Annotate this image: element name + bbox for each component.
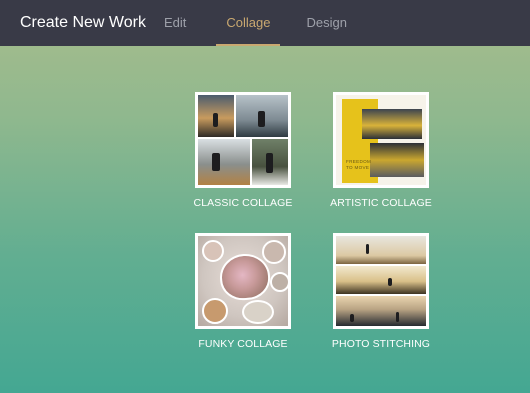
- classic-collage-label[interactable]: CLASSIC COLLAGE: [175, 197, 311, 209]
- collage-photo: [198, 139, 250, 185]
- photo-stitching-thumbnail[interactable]: [333, 233, 429, 329]
- collage-photo: [242, 300, 274, 324]
- collage-photo: [370, 143, 424, 177]
- classic-collage-thumbnail[interactable]: [195, 92, 291, 188]
- photo-stitching-label[interactable]: PHOTO STITCHING: [313, 338, 449, 350]
- collage-photo: [252, 139, 288, 185]
- collage-photo: [202, 240, 224, 262]
- stitched-photo: [336, 266, 426, 294]
- stitched-photo: [336, 296, 426, 326]
- collage-photo: [262, 240, 286, 264]
- artistic-collage-label[interactable]: ARTISTIC COLLAGE: [313, 197, 449, 209]
- photo-stitching-card[interactable]: PHOTO STITCHING: [332, 233, 430, 350]
- collage-photo: [202, 298, 228, 324]
- tab-design[interactable]: Design: [296, 0, 356, 46]
- collage-photo: [270, 272, 288, 292]
- tab-edit[interactable]: Edit: [154, 0, 196, 46]
- stitched-photo: [336, 236, 426, 264]
- artistic-collage-card[interactable]: FREEDOM TO MOVE ARTISTIC COLLAGE: [330, 92, 432, 209]
- app-title: Create New Work: [20, 14, 146, 31]
- classic-collage-card[interactable]: CLASSIC COLLAGE: [194, 92, 292, 209]
- collage-photo: [198, 95, 234, 137]
- collage-photo: [362, 109, 422, 139]
- artistic-thumb-text: FREEDOM TO MOVE: [346, 159, 372, 170]
- funky-collage-label[interactable]: FUNKY COLLAGE: [175, 338, 311, 350]
- collage-photo: [236, 95, 288, 137]
- funky-collage-thumbnail[interactable]: [195, 233, 291, 329]
- top-bar: Create New Work Edit Collage Design: [0, 0, 530, 46]
- tab-collage[interactable]: Collage: [216, 0, 281, 46]
- artistic-collage-thumbnail[interactable]: FREEDOM TO MOVE: [333, 92, 429, 188]
- funky-collage-card[interactable]: FUNKY COLLAGE: [195, 233, 291, 350]
